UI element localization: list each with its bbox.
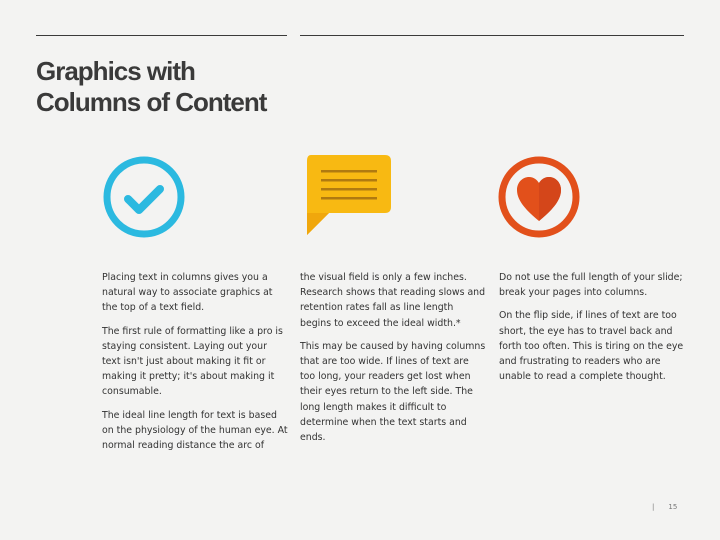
heart-circle-icon <box>497 155 581 239</box>
text-column-3: Do not use the full length of your slide… <box>499 270 685 392</box>
text-column-2: the visual field is only a few inches. R… <box>300 270 486 453</box>
title-line-2: Columns of Content <box>36 87 267 117</box>
text-column-1: Placing text in columns gives you a natu… <box>102 270 288 461</box>
paragraph: the visual field is only a few inches. R… <box>300 272 486 329</box>
paragraph: The first rule of formatting like a pro … <box>102 325 283 398</box>
paragraph: On the flip side, if lines of text are t… <box>499 310 684 383</box>
paragraph: Do not use the full length of your slide… <box>499 272 683 299</box>
chat-bubble-icon <box>305 155 393 235</box>
top-divider-left <box>36 35 287 36</box>
page-title: Graphics with Columns of Content <box>36 56 267 118</box>
slide-footer: | 15 <box>652 503 677 511</box>
footer-separator: | <box>652 503 655 511</box>
top-divider-right <box>300 35 684 36</box>
paragraph: Placing text in columns gives you a natu… <box>102 272 273 314</box>
checkmark-circle-icon <box>102 155 186 239</box>
page-number: 15 <box>668 503 678 511</box>
paragraph: The ideal line length for text is based … <box>102 409 288 452</box>
title-line-1: Graphics with <box>36 56 196 86</box>
paragraph: This may be caused by having columns tha… <box>300 340 486 444</box>
